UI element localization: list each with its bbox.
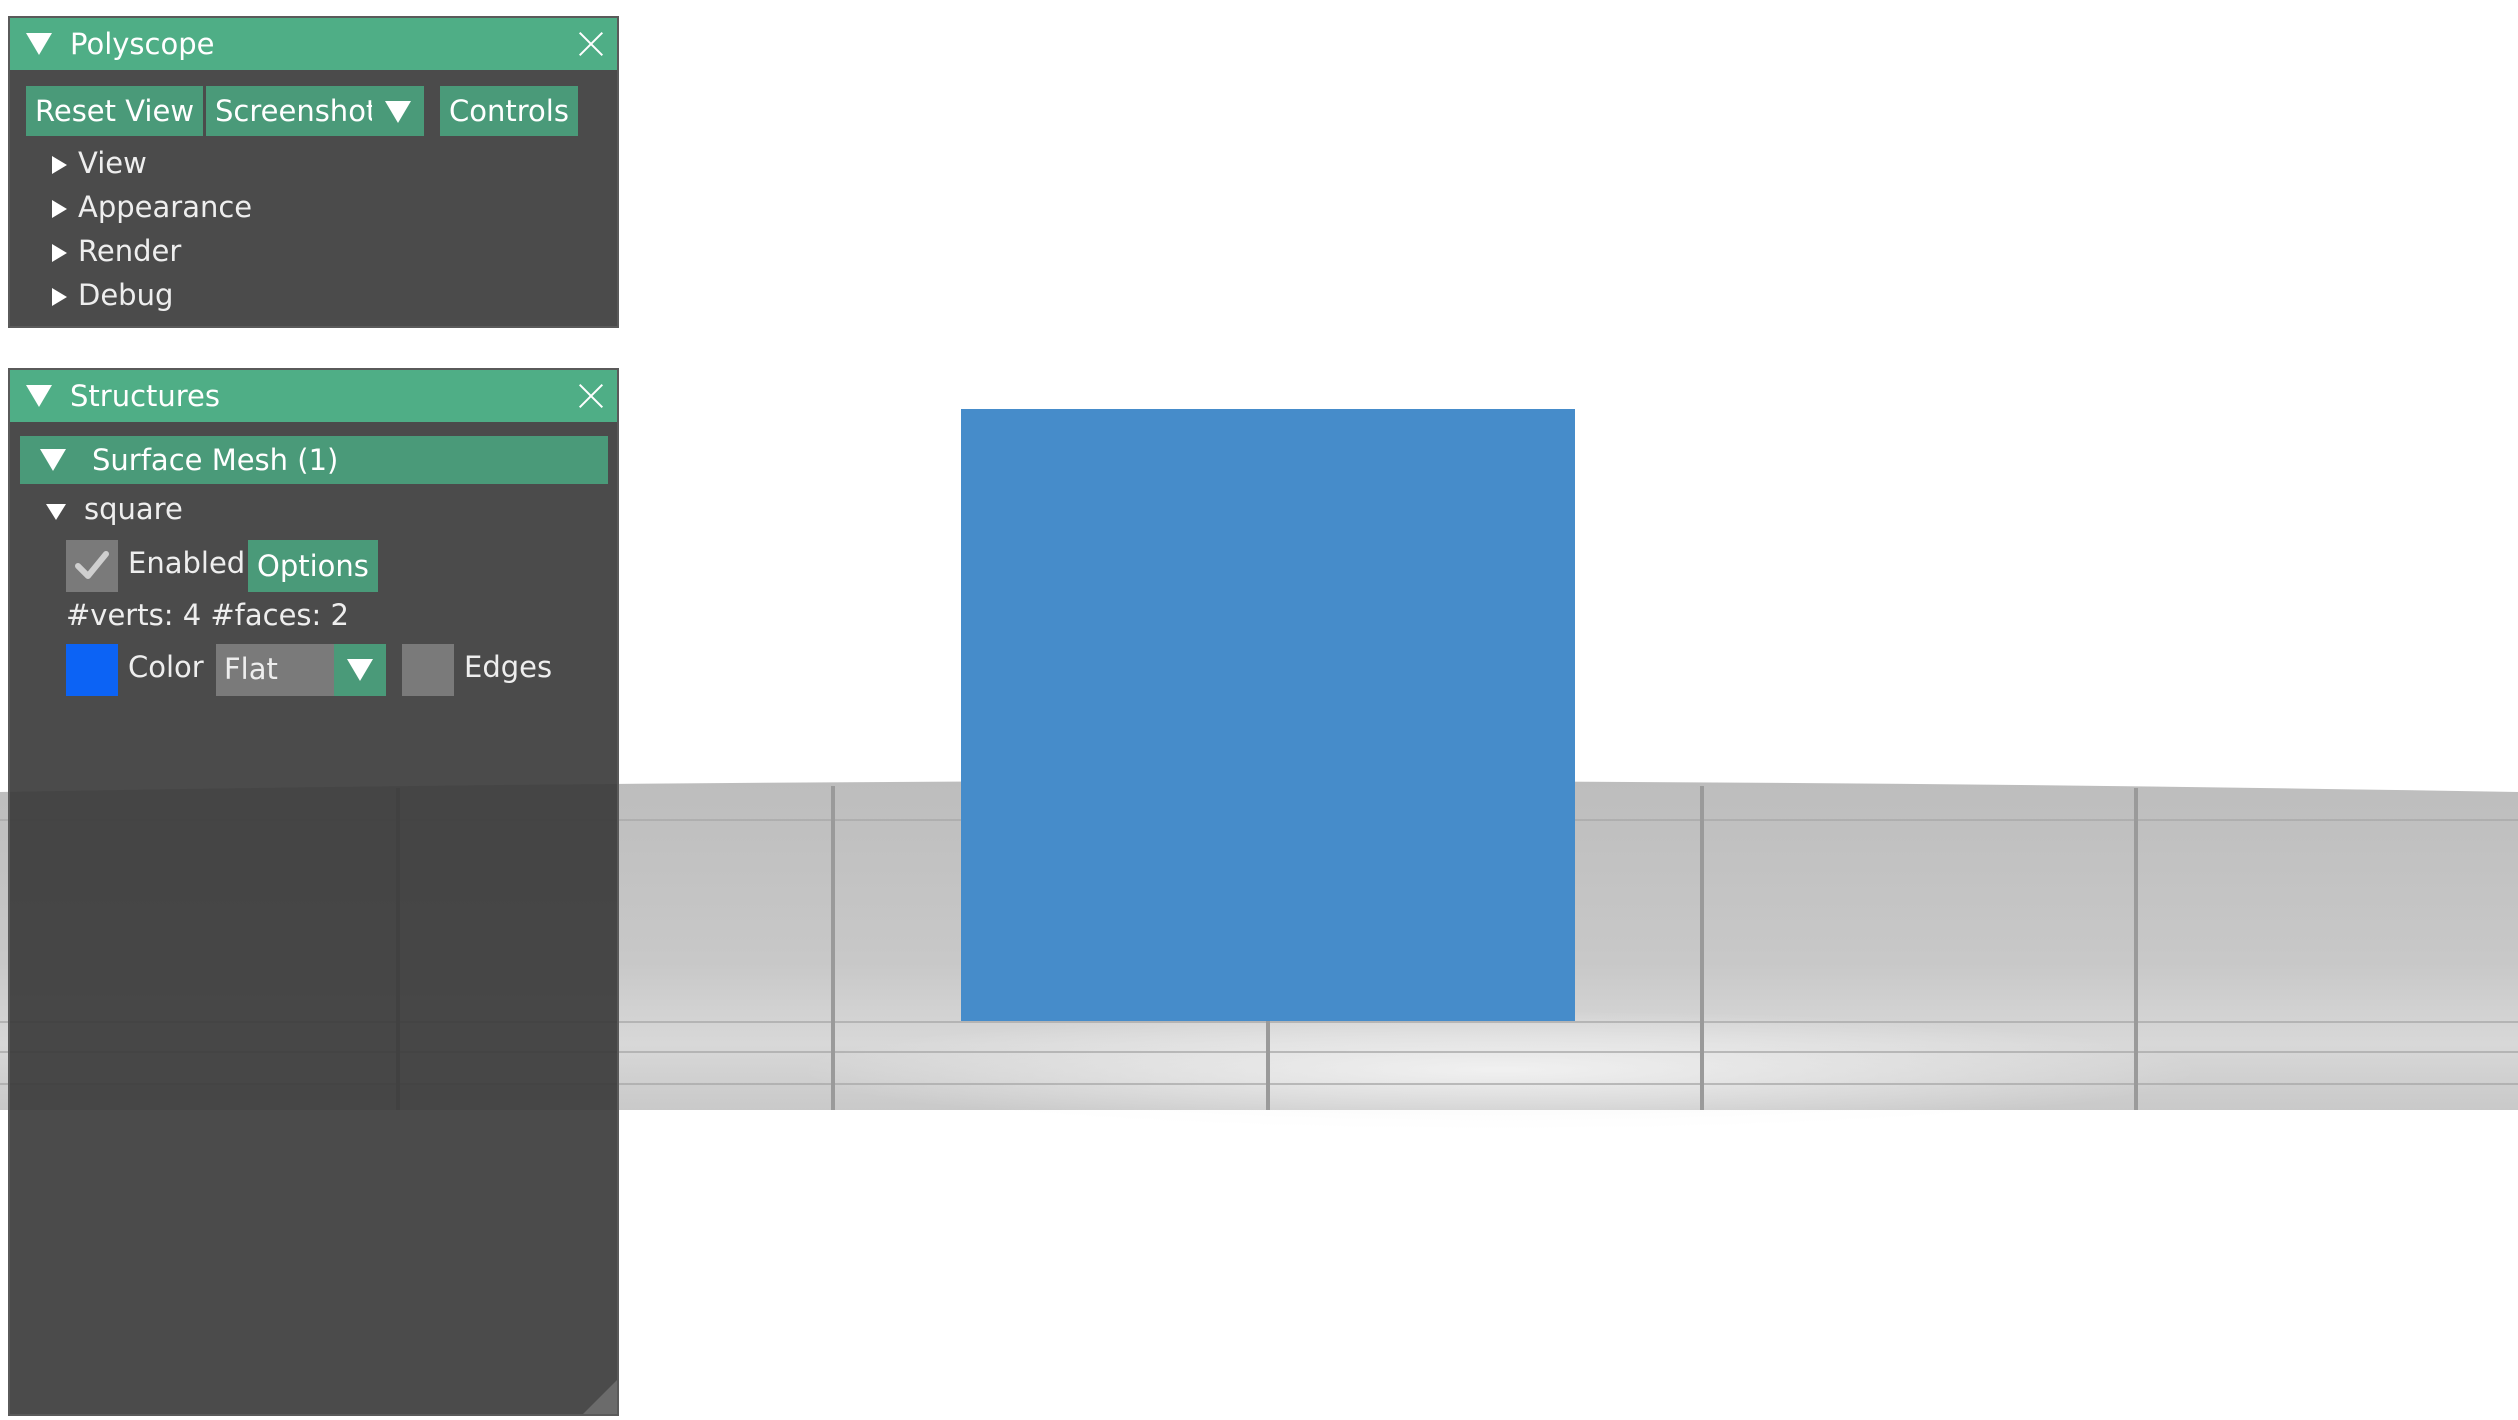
- dropdown-arrow-icon: [347, 659, 373, 681]
- collapse-triangle-icon[interactable]: [26, 33, 52, 55]
- mesh-stats: #verts: 4 #faces: 2: [66, 598, 349, 632]
- close-icon[interactable]: [577, 382, 605, 410]
- collapse-triangle-icon: [46, 504, 66, 520]
- enabled-label: Enabled: [128, 546, 246, 580]
- polyscope-window: Polyscope Reset View Screenshot Controls…: [8, 16, 619, 328]
- color-label: Color: [128, 650, 204, 684]
- screenshot-button[interactable]: Screenshot: [206, 86, 387, 136]
- shade-mode-value: Flat: [224, 652, 278, 686]
- structures-window: Structures Surface Mesh (1) square Enabl…: [8, 368, 619, 1416]
- expand-arrow-icon: [52, 244, 67, 262]
- color-swatch[interactable]: [66, 644, 118, 696]
- edges-label: Edges: [464, 650, 553, 684]
- window-title: Polyscope: [70, 27, 215, 61]
- collapse-triangle-icon: [40, 449, 66, 471]
- resize-grip-icon[interactable]: [583, 1380, 617, 1414]
- reset-view-button[interactable]: Reset View: [26, 86, 204, 136]
- screenshot-options-dropdown[interactable]: [372, 86, 424, 136]
- options-button[interactable]: Options: [248, 540, 378, 592]
- dropdown-arrow-button[interactable]: [334, 644, 386, 696]
- expand-arrow-icon: [52, 156, 67, 174]
- edges-checkbox[interactable]: [402, 644, 454, 696]
- shade-mode-dropdown[interactable]: Flat: [216, 644, 386, 696]
- surface-mesh-group-header[interactable]: Surface Mesh (1): [20, 436, 608, 484]
- expand-arrow-icon: [52, 200, 67, 218]
- checkmark-icon: [75, 551, 109, 579]
- close-icon[interactable]: [577, 30, 605, 58]
- controls-button[interactable]: Controls: [440, 86, 578, 136]
- tree-item-label: View: [78, 146, 147, 180]
- structures-titlebar[interactable]: Structures: [10, 370, 617, 422]
- collapse-triangle-icon[interactable]: [26, 385, 52, 407]
- square-mesh-render: [961, 409, 1575, 1021]
- group-header-label: Surface Mesh (1): [92, 443, 339, 477]
- window-title: Structures: [70, 379, 221, 413]
- enabled-checkbox[interactable]: [66, 540, 118, 592]
- expand-arrow-icon: [52, 288, 67, 306]
- tree-item-label: Debug: [78, 278, 174, 312]
- polyscope-titlebar[interactable]: Polyscope: [10, 18, 617, 70]
- tree-item-label: Render: [78, 234, 182, 268]
- dropdown-arrow-icon: [385, 101, 411, 123]
- tree-item-label: Appearance: [78, 190, 253, 224]
- structure-name: square: [84, 492, 183, 526]
